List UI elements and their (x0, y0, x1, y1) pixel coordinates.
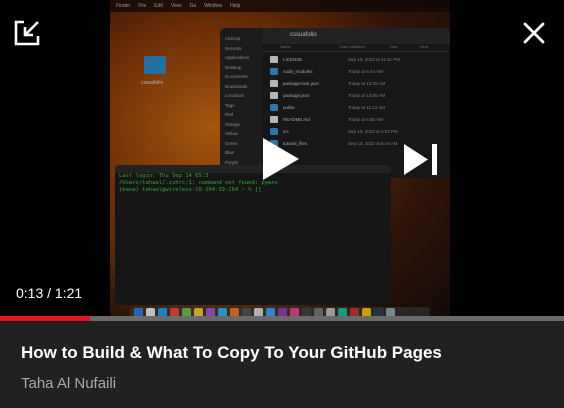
skip-next-icon[interactable] (404, 144, 438, 175)
video-player[interactable]: Finder File Edit View Go Window Help cssuafoli… (0, 0, 564, 318)
close-icon[interactable] (523, 22, 545, 44)
time-display: 0:13 / 1:21 (16, 285, 82, 301)
duration: 1:21 (54, 285, 83, 301)
collapse-diagonal-icon[interactable] (14, 20, 40, 46)
play-icon[interactable] (262, 137, 300, 181)
video-title[interactable]: How to Build & What To Copy To Your GitH… (21, 343, 442, 363)
channel-name[interactable]: Taha Al Nufaili (21, 375, 116, 392)
current-time: 0:13 (16, 285, 44, 301)
video-info: How to Build & What To Copy To Your GitH… (0, 321, 564, 408)
time-separator: / (47, 285, 52, 301)
